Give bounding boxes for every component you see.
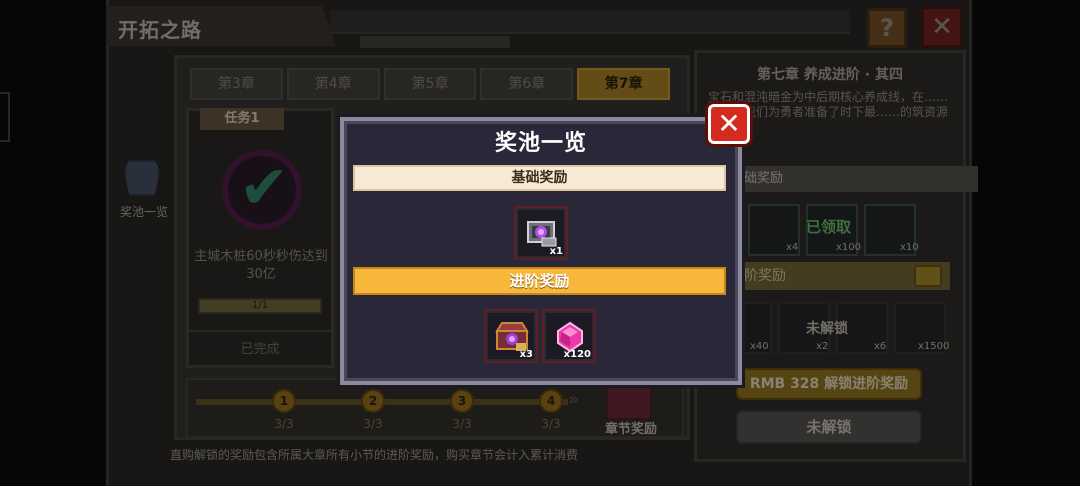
item-count: x120 bbox=[563, 349, 591, 360]
advanced-reward-item[interactable]: x3 bbox=[484, 309, 538, 363]
advanced-reward-item[interactable]: x120 bbox=[542, 309, 596, 363]
basic-reward-header: 基础奖励 bbox=[353, 165, 726, 191]
item-count: x1 bbox=[549, 246, 563, 257]
basic-reward-item[interactable]: x1 bbox=[514, 206, 568, 260]
modal-title: 奖池一览 bbox=[494, 131, 587, 156]
advanced-reward-header: 进阶奖励 bbox=[353, 267, 726, 295]
modal-close-button[interactable]: ✕ bbox=[708, 104, 750, 144]
item-count: x3 bbox=[519, 349, 533, 360]
